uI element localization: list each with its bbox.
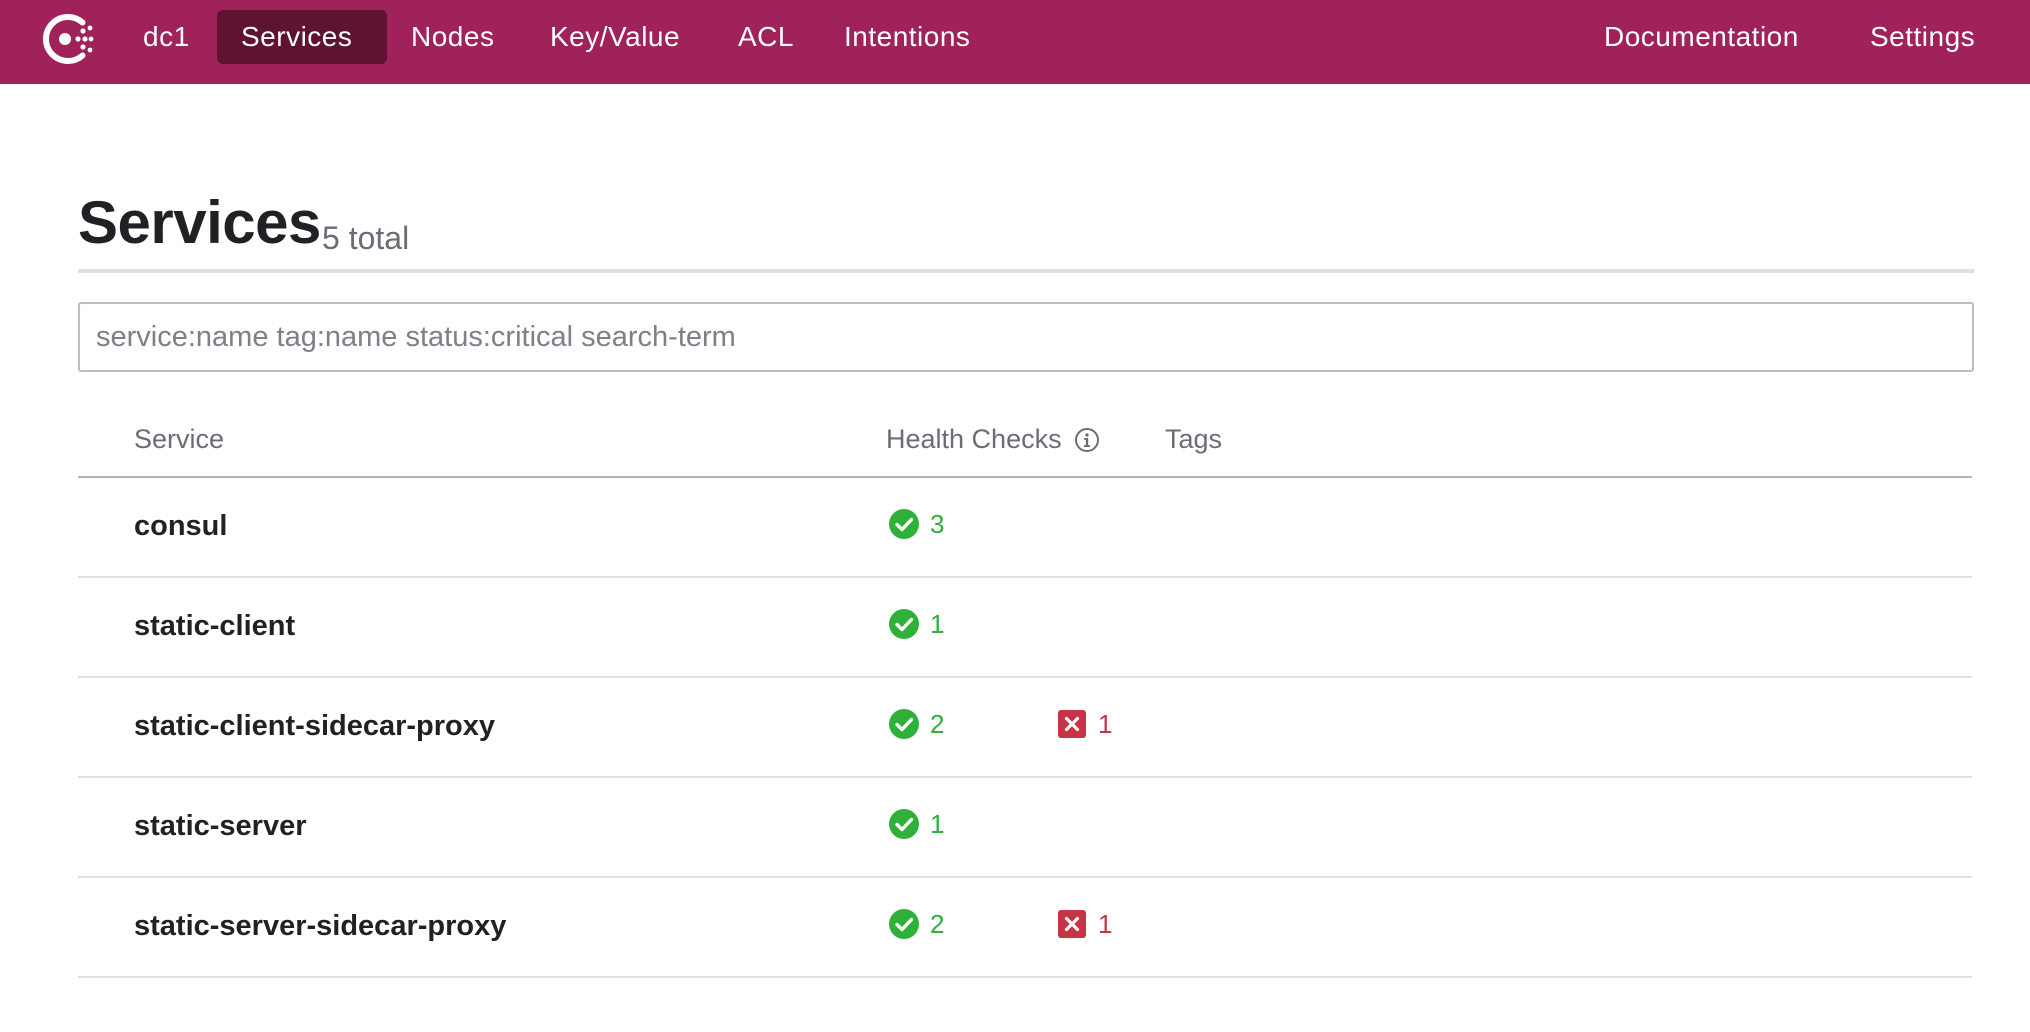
nav-acl[interactable]: ACL: [714, 10, 818, 64]
critical-x-icon: [1058, 710, 1086, 738]
services-count: 5 total: [322, 220, 410, 256]
critical-x-icon: [1058, 910, 1086, 938]
check-circle-icon: [889, 609, 919, 639]
critical-count: 1: [1098, 709, 1113, 739]
service-name[interactable]: consul: [134, 510, 227, 543]
nav-nodes[interactable]: Nodes: [387, 10, 518, 64]
critical-count: 1: [1098, 909, 1113, 939]
nav-services[interactable]: Services: [217, 10, 387, 64]
search-input[interactable]: [78, 302, 1974, 372]
info-icon[interactable]: [1074, 427, 1100, 453]
check-circle-icon: [889, 509, 919, 539]
table-row[interactable]: static-client-sidecar-proxy 2 1: [78, 678, 1972, 778]
column-header-health-checks: Health Checks: [886, 424, 1062, 454]
service-name[interactable]: static-client-sidecar-proxy: [134, 710, 495, 743]
check-circle-icon: [889, 809, 919, 839]
consul-logo-icon[interactable]: [38, 9, 98, 69]
passing-count: 2: [930, 909, 945, 939]
nav-settings[interactable]: Settings: [1846, 10, 1999, 64]
column-header-service: Service: [134, 424, 225, 454]
passing-count: 3: [930, 509, 945, 539]
passing-count: 1: [930, 809, 945, 839]
nav-intentions[interactable]: Intentions: [820, 10, 994, 64]
check-circle-icon: [889, 709, 919, 739]
table-row[interactable]: static-server-sidecar-proxy 2 1: [78, 878, 1972, 978]
page-title: Services: [78, 189, 321, 256]
table-row[interactable]: consul 3: [78, 478, 1972, 578]
passing-count: 2: [930, 709, 945, 739]
check-circle-icon: [889, 909, 919, 939]
top-navigation-bar: dc1 Services Nodes Key/Value ACL Intenti…: [0, 0, 2030, 84]
column-header-tags: Tags: [1165, 424, 1223, 454]
table-row[interactable]: static-client 1: [78, 578, 1972, 678]
table-row[interactable]: static-server 1: [78, 778, 1972, 878]
passing-count: 1: [930, 609, 945, 639]
service-name[interactable]: static-server: [134, 810, 307, 843]
service-name[interactable]: static-server-sidecar-proxy: [134, 910, 506, 943]
nav-documentation[interactable]: Documentation: [1580, 10, 1823, 64]
datacenter-selector[interactable]: dc1: [119, 10, 214, 64]
title-divider: [78, 269, 1974, 273]
nav-key-value[interactable]: Key/Value: [526, 10, 704, 64]
service-name[interactable]: static-client: [134, 610, 295, 643]
